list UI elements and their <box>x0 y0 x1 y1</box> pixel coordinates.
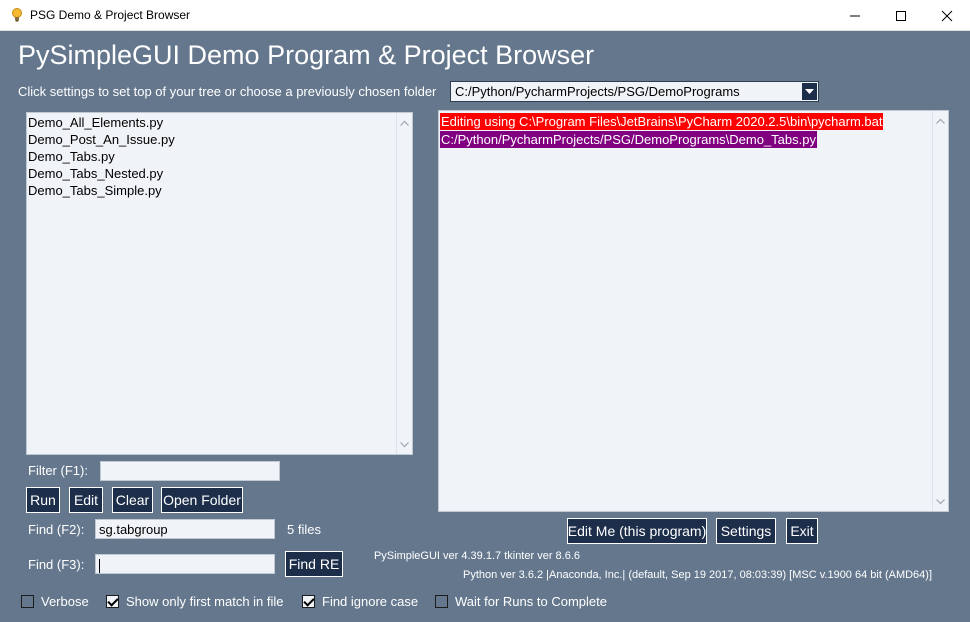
psg-version-text: PySimpleGUI ver 4.39.1.7 tkinter ver 8.6… <box>373 550 581 562</box>
exit-button[interactable]: Exit <box>786 518 818 544</box>
wait-runs-checkbox[interactable]: Wait for Runs to Complete <box>435 593 607 609</box>
close-button[interactable] <box>924 0 970 31</box>
demo-file-list[interactable]: Demo_All_Elements.py Demo_Post_An_Issue.p… <box>26 112 413 455</box>
minimize-icon <box>850 15 860 16</box>
first-match-checkbox[interactable]: Show only first match in file <box>106 593 284 609</box>
combo-dropdown-button[interactable] <box>802 83 817 100</box>
scroll-up-arrow[interactable] <box>933 113 948 128</box>
file-list-scrollbar[interactable] <box>396 113 412 454</box>
checkbox-box[interactable] <box>106 594 119 608</box>
output-line: C:/Python/PycharmProjects/PSG/DemoProgra… <box>440 131 817 148</box>
filter-input[interactable] <box>100 461 280 481</box>
checkbox-label: Wait for Runs to Complete <box>455 593 607 609</box>
checkbox-label: Find ignore case <box>322 593 419 609</box>
list-item[interactable]: Demo_Tabs_Nested.py <box>27 165 396 182</box>
maximize-icon <box>896 10 906 21</box>
checkbox-box[interactable] <box>435 594 448 608</box>
version-info-wrapper: PySimpleGUI ver 4.39.1.7 tkinter ver 8.6… <box>0 550 970 562</box>
output-lines: Editing using C:\Program Files\JetBrains… <box>440 113 884 149</box>
match-count-text: 5 files <box>287 522 321 537</box>
checkbox-box[interactable] <box>302 594 315 608</box>
page-title: PySimpleGUI Demo Program & Project Brows… <box>18 40 595 70</box>
lightbulb-icon <box>10 7 24 23</box>
edit-button[interactable]: Edit <box>69 487 103 513</box>
checkbox-box[interactable] <box>21 594 34 608</box>
folder-combo[interactable]: C:/Python/PycharmProjects/PSG/DemoProgra… <box>450 81 819 102</box>
chevron-up-icon <box>936 118 945 124</box>
chevron-down-icon <box>400 441 409 447</box>
filter-label: Filter (F1): <box>28 463 88 478</box>
chevron-up-icon <box>400 120 409 126</box>
find-label: Find (F2): <box>28 522 85 537</box>
clear-button[interactable]: Clear <box>112 487 153 513</box>
title-bar: PSG Demo & Project Browser <box>0 0 970 31</box>
output-scrollbar[interactable] <box>932 111 948 511</box>
list-item[interactable]: Demo_All_Elements.py <box>27 114 396 131</box>
checkbox-label: Show only first match in file <box>126 593 284 609</box>
verbose-checkbox[interactable]: Verbose <box>21 593 89 609</box>
open-folder-button[interactable]: Open Folder <box>161 487 243 513</box>
scroll-up-arrow[interactable] <box>397 115 412 130</box>
settings-button[interactable]: Settings <box>716 518 776 544</box>
find-input[interactable]: sg.tabgroup <box>95 519 275 539</box>
scroll-down-arrow[interactable] <box>933 494 948 509</box>
output-multiline[interactable]: Editing using C:\Program Files\JetBrains… <box>438 110 949 512</box>
window-title: PSG Demo & Project Browser <box>30 8 191 22</box>
maximize-button[interactable] <box>878 0 924 31</box>
run-button[interactable]: Run <box>26 487 60 513</box>
list-item[interactable]: Demo_Tabs_Simple.py <box>27 182 396 199</box>
minimize-button[interactable] <box>832 0 878 31</box>
list-item[interactable]: Demo_Tabs.py <box>27 148 396 165</box>
list-item[interactable]: Demo_Post_An_Issue.py <box>27 131 396 148</box>
edit-me-button[interactable]: Edit Me (this program) <box>567 518 707 544</box>
scroll-down-arrow[interactable] <box>397 437 412 452</box>
checkbox-label: Verbose <box>41 593 89 609</box>
python-version-text: Python ver 3.6.2 |Anaconda, Inc.| (defau… <box>463 569 933 581</box>
folder-hint-text: Click settings to set top of your tree o… <box>18 84 437 99</box>
close-icon <box>941 10 953 21</box>
folder-combo-value: C:/Python/PycharmProjects/PSG/DemoProgra… <box>455 84 740 99</box>
file-list-items: Demo_All_Elements.py Demo_Post_An_Issue.p… <box>27 114 396 199</box>
chevron-down-icon <box>936 498 945 504</box>
chevron-down-icon <box>805 88 814 94</box>
output-line: Editing using C:\Program Files\JetBrains… <box>440 113 884 130</box>
main-window: PySimpleGUI Demo Program & Project Brows… <box>0 31 970 622</box>
ignore-case-checkbox[interactable]: Find ignore case <box>302 593 418 609</box>
